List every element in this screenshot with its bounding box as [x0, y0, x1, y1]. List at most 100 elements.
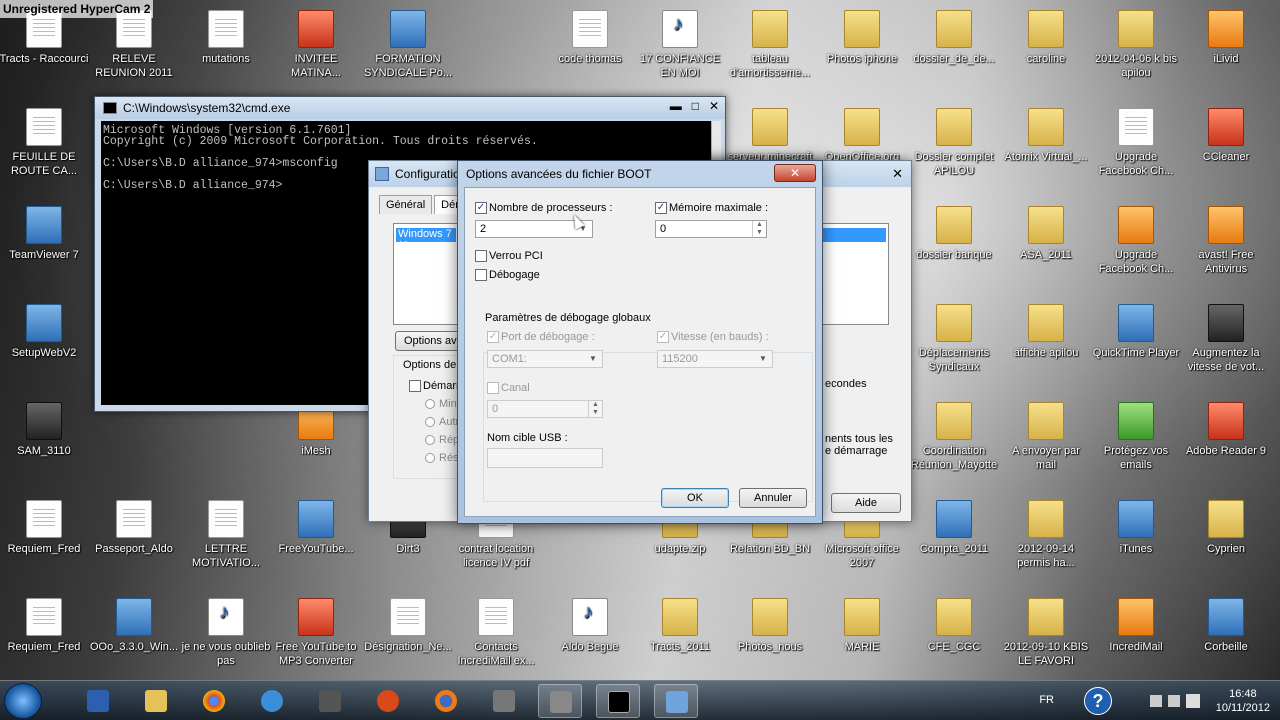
pci-lock-checkbox[interactable] [475, 250, 487, 262]
desktop-icon[interactable]: serveur minecraft [725, 108, 815, 164]
desktop-icon[interactable]: Dossier complet APILOU [909, 108, 999, 178]
desktop-icon[interactable]: Compta_2011 [909, 500, 999, 556]
boot-options-dialog[interactable]: Options avancées du fichier BOOT ✕ ✓ Nom… [457, 160, 823, 524]
desktop-icon[interactable]: Adobe Reader 9 [1181, 402, 1271, 458]
desktop-icon[interactable]: ASA_2011 [1001, 206, 1091, 262]
desktop-icon[interactable]: CFE_CGC [909, 598, 999, 654]
desktop-icon[interactable]: QuickTime Player [1091, 304, 1181, 360]
desktop-icon[interactable]: Passeport_Aldo [89, 500, 179, 556]
desktop-icon[interactable]: Corbeille [1181, 598, 1271, 654]
max-memory-checkbox[interactable]: ✓ [655, 202, 667, 214]
channel-checkbox[interactable] [487, 382, 499, 394]
spinner-icon[interactable]: ▲ ▼ [588, 401, 602, 417]
minimize-button[interactable]: ▬ [670, 99, 682, 113]
debug-port-checkbox[interactable]: ✓ [487, 331, 499, 343]
desktop-icon[interactable]: Free YouTube to MP3 Converter [271, 598, 361, 668]
taskbar-app[interactable] [308, 684, 352, 718]
desktop-icon[interactable]: TeamViewer 7 [0, 206, 89, 262]
start-button[interactable] [4, 683, 42, 719]
desktop-icon[interactable]: mutations [181, 10, 271, 66]
radio-network[interactable] [425, 453, 435, 463]
desktop-icon[interactable]: INVITEE MATINA... [271, 10, 361, 80]
taskbar-app-2[interactable] [482, 684, 526, 718]
help-button[interactable]: Aide [831, 493, 901, 513]
desktop-icon[interactable]: Tracts_2011 [635, 598, 725, 654]
desktop-icon[interactable]: FEUILLE DE ROUTE CA... [0, 108, 89, 178]
close-icon[interactable]: ✕ [774, 164, 816, 182]
desktop-icon[interactable]: SetupWebV2 [0, 304, 89, 360]
ok-button[interactable]: OK [661, 488, 729, 508]
desktop-icon[interactable]: affiche apilou [1001, 304, 1091, 360]
desktop-icon[interactable]: Aldo Begue [545, 598, 635, 654]
taskbar-ie[interactable] [250, 684, 294, 718]
desktop-icon[interactable]: CCleaner [1181, 108, 1271, 164]
language-indicator[interactable]: FR [1039, 694, 1054, 706]
desktop-icon[interactable]: code thomas [545, 10, 635, 66]
desktop-icon[interactable]: Déplacements Syndicaux [909, 304, 999, 374]
radio-minimal[interactable] [425, 399, 435, 409]
desktop-icon[interactable]: Upgrade Facebook Ch... [1091, 206, 1181, 276]
clock[interactable]: 16:48 10/11/2012 [1216, 687, 1270, 715]
taskbar-task-manager[interactable] [76, 684, 120, 718]
desktop-icon[interactable]: Photos iphone [817, 10, 907, 66]
desktop-icon[interactable]: Cyprien [1181, 500, 1271, 556]
flag-icon[interactable] [1168, 695, 1180, 707]
desktop-icon[interactable]: IncrediMail [1091, 598, 1181, 654]
baud-rate-select[interactable]: 115200 ▼ [657, 350, 773, 368]
desktop-icon[interactable]: FORMATION SYNDICALE Po... [363, 10, 453, 80]
desktop-icon[interactable]: Augmentez la vitesse de vot... [1181, 304, 1271, 374]
debug-checkbox[interactable] [475, 269, 487, 281]
desktop-icon[interactable]: RELEVE REUNION 2011 [89, 10, 179, 80]
list-item[interactable]: Windows 7 (C [396, 228, 456, 252]
desktop-icon[interactable]: 2012-09-10 KBIS LE FAVORI [1001, 598, 1091, 668]
desktop-icon[interactable]: caroline [1001, 10, 1091, 66]
desktop-icon[interactable]: OpenOffice.org [817, 108, 907, 164]
cancel-button[interactable]: Annuler [739, 488, 807, 508]
safe-boot-checkbox[interactable] [409, 380, 421, 392]
desktop-icon[interactable]: 17 CONFIANCE EN MOI [635, 10, 725, 80]
num-processors-checkbox[interactable]: ✓ [475, 202, 487, 214]
taskbar-msconfig[interactable] [654, 684, 698, 718]
desktop-icon[interactable]: A envoyer par mail [1001, 402, 1091, 472]
volume-icon[interactable] [1186, 694, 1200, 708]
taskbar-chrome[interactable] [192, 684, 236, 718]
desktop-icon[interactable]: Contacts IncrediMail ex... [451, 598, 541, 668]
desktop-icon[interactable]: Désignation_Ne... [363, 598, 453, 654]
desktop-icon[interactable]: tableau d'amortisseme... [725, 10, 815, 80]
radio-repair[interactable] [425, 435, 435, 445]
help-icon[interactable]: ? [1084, 687, 1112, 715]
desktop-icon[interactable]: Atomix Virtual_... [1001, 108, 1091, 164]
spinner-icon[interactable]: ▲ ▼ [752, 221, 766, 237]
desktop-icon[interactable]: MARIE [817, 598, 907, 654]
usb-target-input[interactable] [487, 448, 603, 468]
close-button[interactable]: ✕ [709, 99, 719, 113]
desktop-icon[interactable]: dossier banque [909, 206, 999, 262]
desktop-icon[interactable]: Requiem_Fred [0, 500, 89, 556]
taskbar-app-3[interactable] [538, 684, 582, 718]
desktop-icon[interactable]: Tracts - Raccourci [0, 10, 89, 66]
max-memory-input[interactable]: 0 ▲ ▼ [655, 220, 767, 238]
desktop-icon[interactable]: SAM_3110 [0, 402, 89, 458]
tab-general[interactable]: Général [379, 195, 433, 214]
desktop-icon[interactable]: OOo_3.3.0_Win... [89, 598, 179, 654]
channel-input[interactable]: 0 ▲ ▼ [487, 400, 603, 418]
desktop-icon[interactable]: FreeYouTube... [271, 500, 361, 556]
desktop-icon[interactable]: Coordination Réunion_Mayotte [909, 402, 999, 472]
taskbar-imesh[interactable] [366, 684, 410, 718]
desktop-icon[interactable]: avast! Free Antivirus [1181, 206, 1271, 276]
desktop-icon[interactable]: LETTRE MOTIVATIO... [181, 500, 271, 570]
maximize-button[interactable]: □ [692, 99, 699, 113]
desktop-icon[interactable]: Photos_nous [725, 598, 815, 654]
desktop-icon[interactable]: 2012-09-14 permis ha... [1001, 500, 1091, 570]
desktop-icon[interactable]: je ne vous oublieb pas [181, 598, 271, 668]
debug-port-select[interactable]: COM1: ▼ [487, 350, 603, 368]
taskbar-cmd[interactable] [596, 684, 640, 718]
boot-dialog-title[interactable]: Options avancées du fichier BOOT [458, 161, 822, 187]
desktop-icon[interactable]: dossier_de_de... [909, 10, 999, 66]
baud-rate-checkbox[interactable]: ✓ [657, 331, 669, 343]
taskbar-firefox[interactable] [424, 684, 468, 718]
network-icon[interactable] [1150, 695, 1162, 707]
desktop-icon[interactable]: Requiem_Fred [0, 598, 89, 654]
desktop-icon[interactable]: Protégez vos emails [1091, 402, 1181, 472]
desktop-icon[interactable]: iTunes [1091, 500, 1181, 556]
